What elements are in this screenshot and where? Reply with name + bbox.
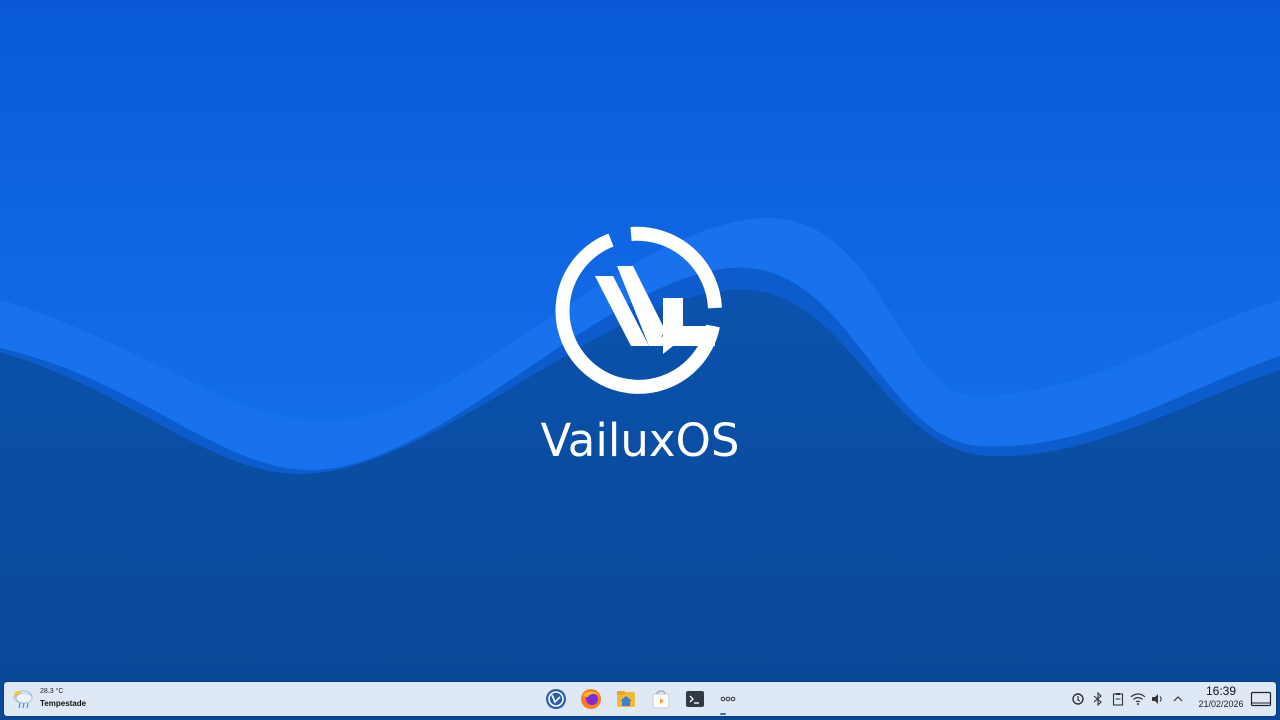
wifi-tray-item[interactable] — [1130, 690, 1146, 708]
store-button[interactable] — [646, 685, 676, 713]
vailux-menu-button[interactable] — [541, 685, 571, 713]
more-dots-icon — [720, 696, 736, 702]
home-folder-icon — [617, 691, 635, 707]
weather-temperature: 28.3 °C — [40, 688, 64, 695]
wifi-icon — [1130, 693, 1146, 705]
tray-expander[interactable] — [1170, 690, 1186, 708]
vailux-logo — [555, 226, 722, 394]
update-icon — [1072, 693, 1084, 705]
clock-date: 21/02/2026 — [1198, 699, 1244, 709]
volume-tray-item[interactable] — [1150, 690, 1166, 708]
clock[interactable]: 16:39 21/02/2026 — [1190, 685, 1252, 710]
vailux-logo-icon — [546, 689, 566, 709]
firefox-icon — [581, 689, 601, 709]
terminal-button[interactable] — [680, 685, 710, 713]
file-manager-button[interactable] — [611, 685, 641, 713]
weather-condition: Tempestade — [40, 699, 87, 708]
active-task-indicator — [720, 713, 726, 715]
bluetooth-tray-item[interactable] — [1090, 690, 1106, 708]
desktop: VailuxOS 28.3 °C Tempestade 16:39 21/02/… — [0, 0, 1280, 720]
show-desktop-icon — [1250, 691, 1272, 707]
firefox-button[interactable] — [576, 685, 606, 713]
show-desktop-button[interactable] — [1249, 687, 1273, 711]
taskbar: 28.3 °C Tempestade 16:39 21/02/2026 — [4, 682, 1276, 716]
weather-widget[interactable]: 28.3 °C Tempestade — [10, 686, 100, 712]
clock-time: 16:39 — [1205, 684, 1237, 698]
update-tray-item[interactable] — [1070, 690, 1086, 708]
clipboard-icon — [1112, 693, 1124, 706]
thunderstorm-icon — [13, 690, 33, 709]
store-bag-icon — [652, 690, 670, 709]
terminal-icon — [686, 691, 704, 707]
brand-name: VailuxOS — [540, 414, 740, 467]
clipboard-tray-item[interactable] — [1110, 690, 1126, 708]
more-tasks-button[interactable] — [713, 685, 743, 713]
volume-icon — [1152, 694, 1162, 704]
bluetooth-icon — [1093, 692, 1102, 706]
chevron-up-icon — [1173, 696, 1183, 702]
